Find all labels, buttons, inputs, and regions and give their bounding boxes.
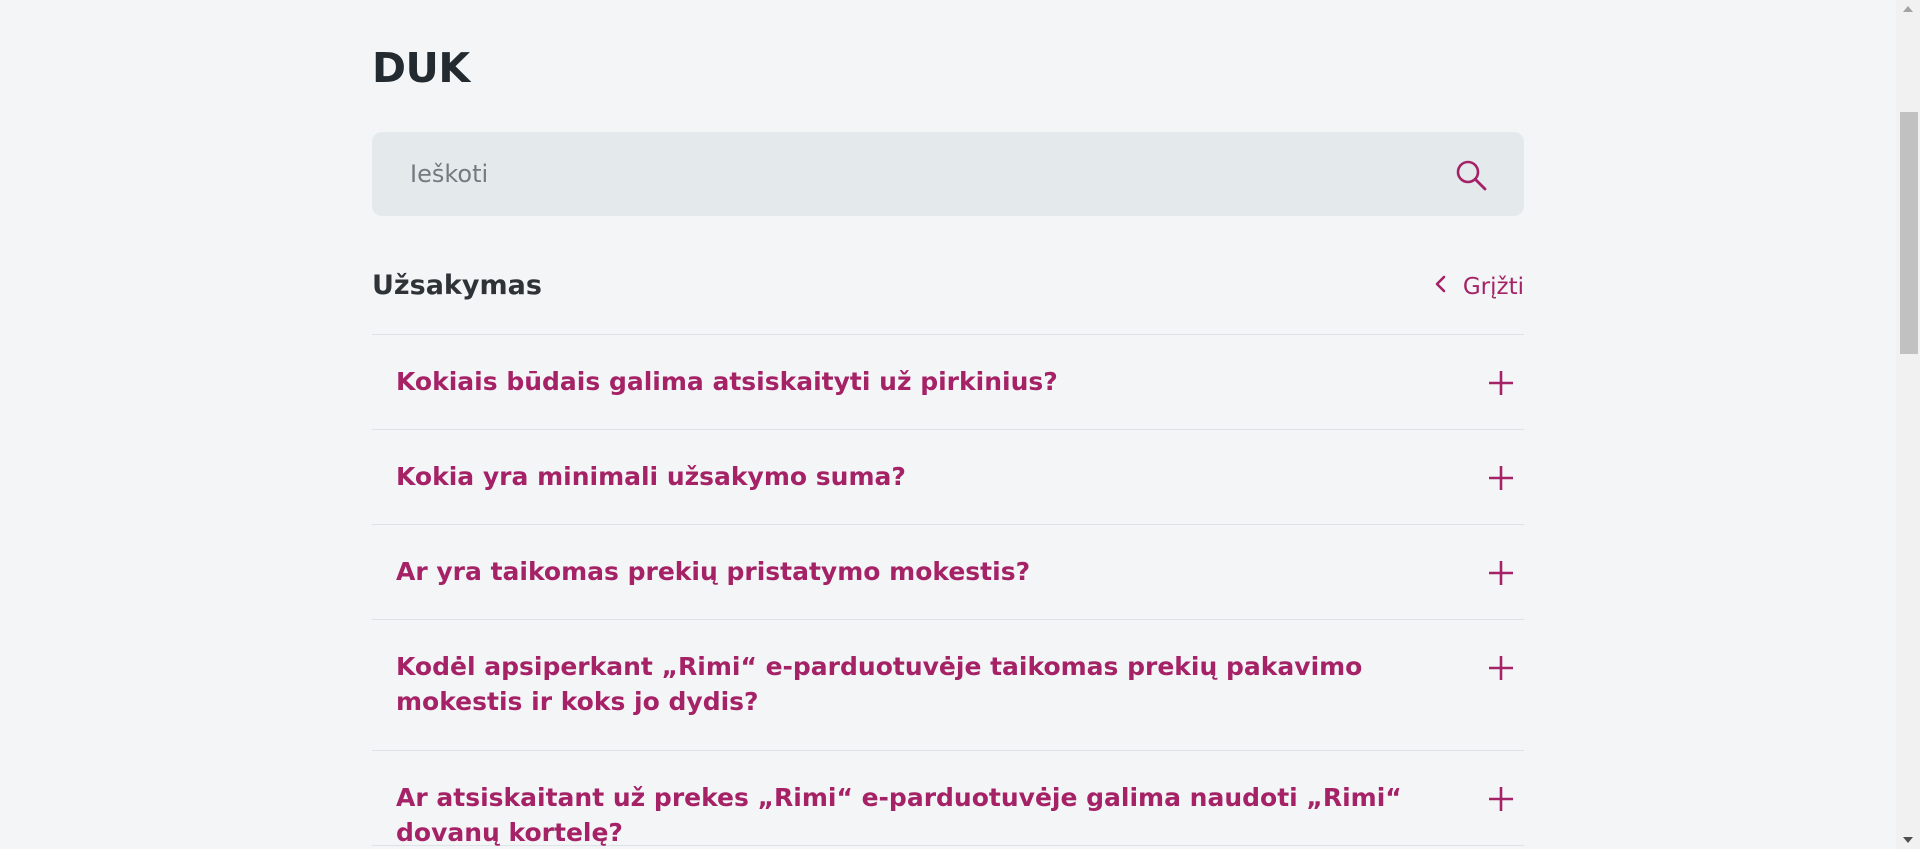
- plus-icon[interactable]: [1488, 465, 1514, 491]
- page-title: DUK: [372, 44, 470, 92]
- plus-icon[interactable]: [1488, 655, 1514, 681]
- faq-question: Ar yra taikomas prekių pristatymo mokest…: [396, 557, 1031, 586]
- scroll-down-arrow-icon[interactable]: [1903, 837, 1913, 843]
- section-title: Užsakymas: [372, 270, 542, 301]
- section-header: Užsakymas Grįžti: [372, 268, 1524, 312]
- search-icon[interactable]: [1454, 158, 1488, 192]
- plus-icon[interactable]: [1488, 560, 1514, 586]
- plus-icon[interactable]: [1488, 786, 1514, 812]
- chevron-left-icon: [1433, 274, 1449, 300]
- faq-question: Kokia yra minimali užsakymo suma?: [396, 462, 906, 491]
- back-link-label: Grįžti: [1462, 274, 1524, 300]
- faq-list: Kokiais būdais galima atsiskaityti už pi…: [372, 334, 1524, 847]
- faq-item[interactable]: Kokiais būdais galima atsiskaityti už pi…: [372, 335, 1524, 430]
- back-link[interactable]: Grįžti: [1433, 274, 1524, 300]
- faq-question: Ar atsiskaitant už prekes „Rimi“ e-pardu…: [396, 783, 1402, 847]
- faq-item[interactable]: Kokia yra minimali užsakymo suma?: [372, 430, 1524, 525]
- faq-item[interactable]: Ar yra taikomas prekių pristatymo mokest…: [372, 525, 1524, 620]
- faq-item[interactable]: Ar atsiskaitant už prekes „Rimi“ e-pardu…: [372, 751, 1524, 847]
- faq-item[interactable]: Kodėl apsiperkant „Rimi“ e-parduotuvėje …: [372, 620, 1524, 751]
- plus-icon[interactable]: [1488, 370, 1514, 396]
- search-bar: [372, 132, 1524, 216]
- faq-question: Kokiais būdais galima atsiskaityti už pi…: [396, 367, 1058, 396]
- faq-question: Kodėl apsiperkant „Rimi“ e-parduotuvėje …: [396, 652, 1363, 716]
- search-input[interactable]: [410, 132, 1410, 216]
- page-viewport: DUK Užsakymas Grįžti: [0, 0, 1920, 849]
- scrollbar-thumb[interactable]: [1900, 112, 1918, 354]
- vertical-scrollbar[interactable]: [1896, 0, 1920, 849]
- scroll-up-arrow-icon[interactable]: [1903, 6, 1913, 12]
